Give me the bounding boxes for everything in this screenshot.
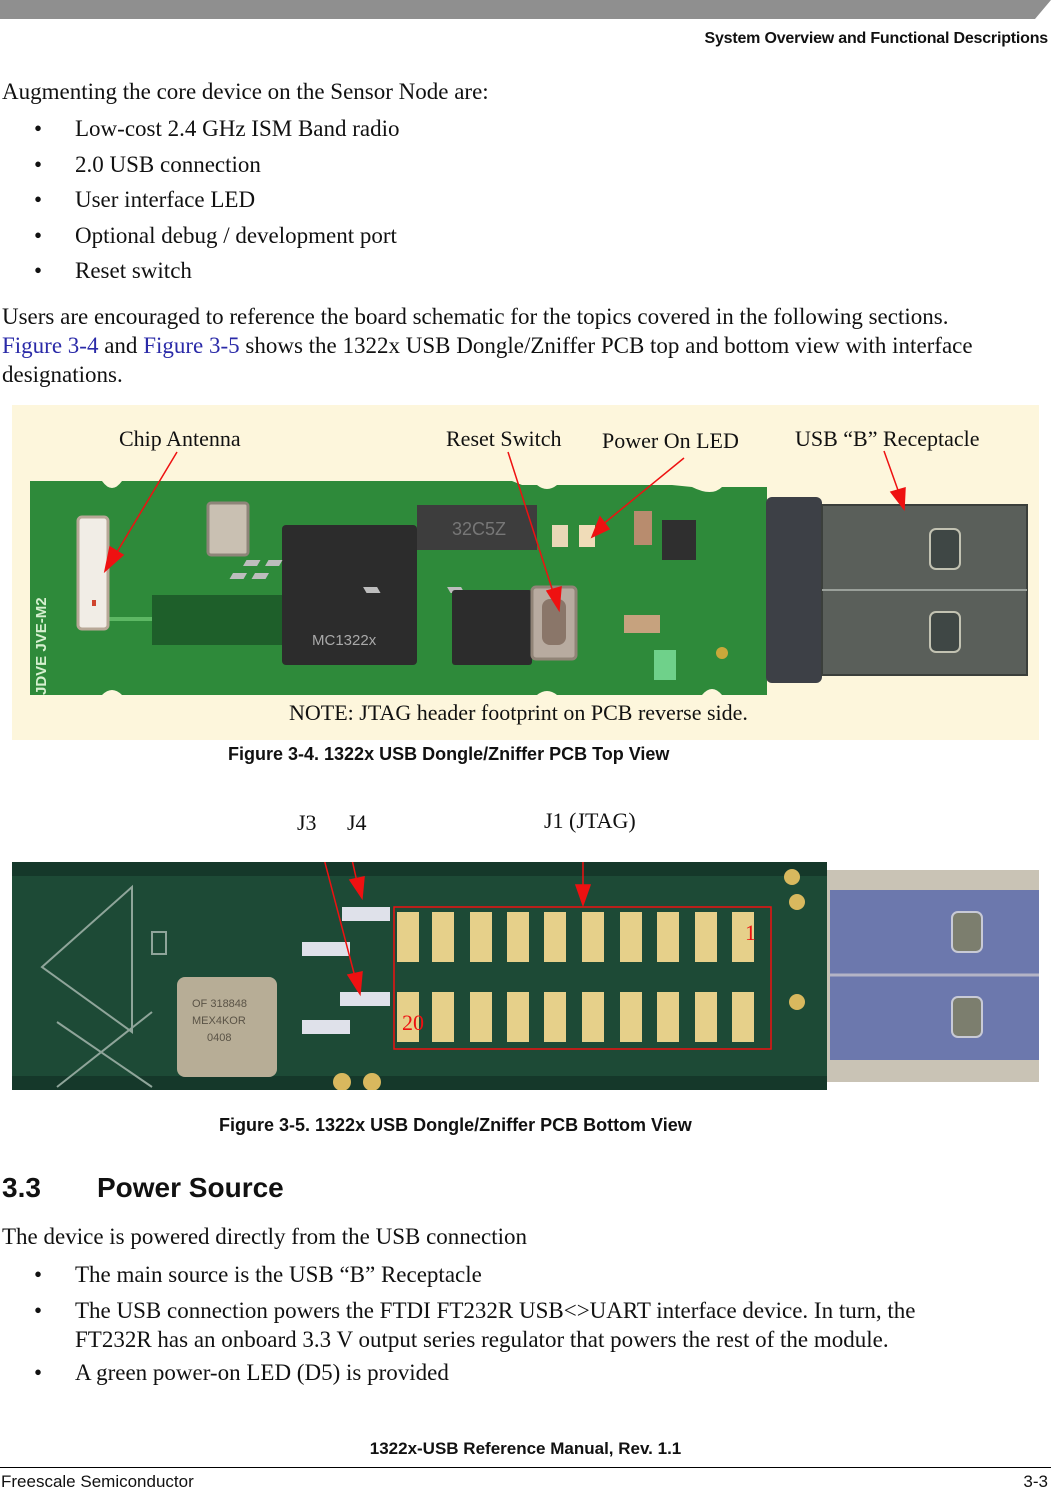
callout-chip-antenna: Chip Antenna <box>119 426 241 451</box>
section-number: 3.3 <box>2 1172 41 1203</box>
callout-j3: J3 <box>297 810 317 835</box>
callout-j4: J4 <box>347 810 367 835</box>
bullet-glyph: • <box>34 116 43 141</box>
callout-j1-jtag: J1 (JTAG) <box>544 808 636 833</box>
chip-antenna <box>76 515 110 631</box>
callout-usb-receptacle: USB “B” Receptacle <box>795 426 980 451</box>
figure-3-5-caption: Figure 3-5. 1322x USB Dongle/Zniffer PCB… <box>219 1115 692 1135</box>
header-bar <box>0 0 1051 19</box>
pcb-ground-strip <box>152 595 282 645</box>
figure-3-5-link[interactable]: Figure 3-5 <box>143 333 239 358</box>
svg-text:32C5Z: 32C5Z <box>452 519 506 539</box>
figure-3-4-caption: Figure 3-4. 1322x USB Dongle/Zniffer PCB… <box>228 744 670 764</box>
figure-3-4-link[interactable]: Figure 3-4 <box>2 333 98 358</box>
footer-divider <box>0 1467 1051 1468</box>
arrow-usb <box>883 450 900 494</box>
figure-pcb-bottom-view: OF 318848 MEX4KOR 0408 1 20 <box>12 862 1039 1090</box>
pcb-top-illustration: JDVE JVE-M2 MC1322x 32C5Z <box>30 450 1028 695</box>
bullet-glyph: • <box>34 1360 43 1385</box>
svg-text:MEX4KOR: MEX4KOR <box>192 1015 246 1027</box>
section-lead: The device is powered directly from the … <box>2 1224 528 1249</box>
running-header-title: System Overview and Functional Descripti… <box>704 30 1048 47</box>
figure-pcb-top-view: JDVE JVE-M2 MC1322x 32C5Z Chip Antenna R… <box>12 405 1039 740</box>
callout-reset-switch: Reset Switch <box>446 426 562 451</box>
reference-para-line2: Figure 3-4 and Figure 3-5 shows the 1322… <box>2 333 973 358</box>
jumper-pad <box>302 1020 350 1034</box>
section-title: Power Source <box>97 1172 284 1203</box>
intro-lead: Augmenting the core device on the Sensor… <box>2 79 489 104</box>
figure-note: NOTE: JTAG header footprint on PCB rever… <box>289 700 748 725</box>
jumper-pad <box>302 942 350 956</box>
callout-power-led: Power On LED <box>602 428 739 453</box>
svg-text:OF 318848: OF 318848 <box>192 998 247 1010</box>
crystal <box>206 501 250 557</box>
jumper-j4-pad <box>342 907 390 921</box>
reference-para-line3: designations. <box>2 362 123 387</box>
jumper-j3-pad <box>340 992 390 1006</box>
bullet-glyph: • <box>34 187 43 212</box>
footer-page-number: 3-3 <box>1023 1472 1048 1491</box>
led-user <box>552 525 568 547</box>
mcu-marking: MC1322x <box>312 632 377 649</box>
svg-text:0408: 0408 <box>207 1032 231 1044</box>
footer-company: Freescale Semiconductor <box>1 1472 194 1491</box>
pcb-bottom-illustration: OF 318848 MEX4KOR 0408 1 20 <box>12 862 1039 1090</box>
ftdi-chip <box>452 590 532 665</box>
pin-20-label: 20 <box>402 1010 424 1035</box>
pcb-board <box>12 862 827 1090</box>
bullet-glyph: • <box>34 1298 43 1323</box>
pin-1-label: 1 <box>745 920 756 945</box>
usb-housing <box>766 497 822 683</box>
silkscreen-text: JDVE JVE-M2 <box>33 597 50 695</box>
bullet-glyph: • <box>34 258 43 283</box>
shield-can <box>177 977 277 1077</box>
footer-manual-title: 1322x-USB Reference Manual, Rev. 1.1 <box>369 1439 682 1458</box>
bullet-glyph: • <box>34 223 43 248</box>
bullet-glyph: • <box>34 152 43 177</box>
reference-para-line1: Users are encouraged to reference the bo… <box>2 304 949 329</box>
bullet-glyph: • <box>34 1262 43 1287</box>
